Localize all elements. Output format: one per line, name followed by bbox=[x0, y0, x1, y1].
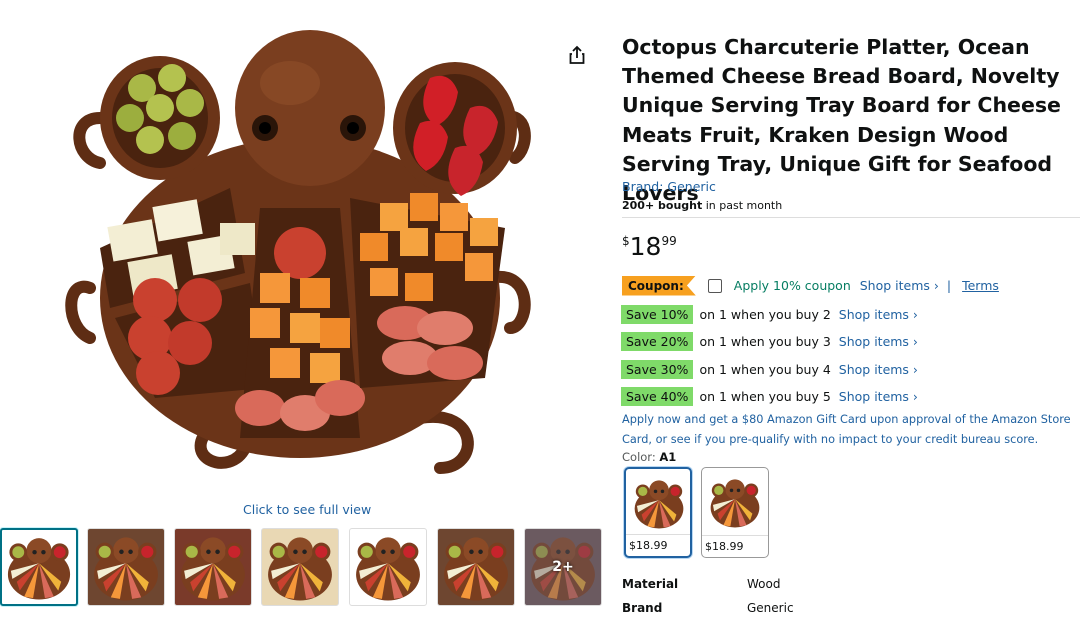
savings-shop-items-link[interactable]: Shop items › bbox=[839, 334, 918, 349]
savings-text: on 1 when you buy 2 bbox=[699, 306, 831, 322]
coupon-terms-link[interactable]: Terms bbox=[962, 278, 999, 293]
attribute-key: Material bbox=[622, 577, 679, 591]
savings-badge: Save 10% bbox=[621, 304, 694, 324]
coupon-tag: Coupon: bbox=[622, 275, 696, 296]
thumbnail-5[interactable] bbox=[349, 528, 427, 606]
savings-text: on 1 when you buy 4 bbox=[699, 361, 831, 377]
savings-badge: Save 30% bbox=[621, 359, 694, 379]
more-images-count: 2+ bbox=[552, 559, 574, 575]
savings-shop-items-link[interactable]: Shop items › bbox=[839, 307, 918, 322]
bought-count: 200+ bought in past month bbox=[622, 199, 782, 212]
savings-row-1: Save 10% on 1 when you buy 2 Shop items … bbox=[621, 304, 918, 324]
attribute-value: Generic bbox=[747, 601, 794, 615]
main-product-image[interactable] bbox=[60, 28, 540, 478]
bought-bold: 200+ bought bbox=[622, 199, 703, 212]
store-card-offer-link[interactable]: Apply now and get a $80 Amazon Gift Card… bbox=[622, 410, 1080, 449]
price-whole: 18 bbox=[629, 232, 662, 261]
coupon-separator: | bbox=[946, 278, 952, 293]
thumbnail-2[interactable] bbox=[87, 528, 165, 606]
thumbnail-1[interactable] bbox=[0, 528, 78, 606]
savings-row-2: Save 20% on 1 when you buy 3 Shop items … bbox=[621, 331, 918, 351]
attribute-brand: Brand Generic bbox=[622, 601, 794, 615]
thumbnail-3[interactable] bbox=[174, 528, 252, 606]
apply-coupon-label[interactable]: Apply 10% coupon bbox=[734, 278, 851, 293]
click-full-view-link[interactable]: Click to see full view bbox=[243, 502, 371, 517]
swatch-price: $18.99 bbox=[702, 535, 768, 557]
attribute-key: Brand bbox=[622, 601, 663, 615]
savings-text: on 1 when you buy 3 bbox=[699, 333, 831, 349]
brand-link[interactable]: Brand: Generic bbox=[622, 179, 716, 194]
savings-row-3: Save 30% on 1 when you buy 4 Shop items … bbox=[621, 359, 918, 379]
bought-rest: in past month bbox=[702, 199, 783, 212]
attribute-value: Wood bbox=[747, 577, 781, 591]
savings-text: on 1 when you buy 5 bbox=[699, 388, 831, 404]
thumbnail-6[interactable] bbox=[437, 528, 515, 606]
coupon-shop-items-link[interactable]: Shop items › bbox=[860, 278, 939, 293]
attribute-material: Material Wood bbox=[622, 577, 780, 591]
price: $1899 bbox=[622, 232, 677, 261]
savings-row-4: Save 40% on 1 when you buy 5 Shop items … bbox=[621, 386, 918, 406]
savings-badge: Save 40% bbox=[621, 386, 694, 406]
thumbnail-more[interactable]: 2+ bbox=[524, 528, 602, 606]
savings-shop-items-link[interactable]: Shop items › bbox=[839, 362, 918, 377]
color-swatch-a1[interactable]: $18.99 bbox=[624, 467, 692, 558]
color-swatch-2[interactable]: $18.99 bbox=[701, 467, 769, 558]
savings-shop-items-link[interactable]: Shop items › bbox=[839, 389, 918, 404]
coupon-checkbox[interactable] bbox=[707, 278, 722, 293]
savings-badge: Save 20% bbox=[621, 331, 694, 351]
color-label: Color: A1 bbox=[622, 450, 676, 464]
coupon-row: Coupon: Apply 10% coupon Shop items › | … bbox=[622, 275, 999, 296]
thumbnail-4[interactable] bbox=[261, 528, 339, 606]
price-fraction: 99 bbox=[661, 234, 677, 248]
color-label-text: Color: bbox=[622, 450, 656, 464]
swatch-price: $18.99 bbox=[626, 534, 690, 556]
price-symbol: $ bbox=[622, 234, 630, 248]
color-value: A1 bbox=[659, 450, 677, 464]
share-icon[interactable] bbox=[566, 44, 588, 66]
divider bbox=[622, 217, 1080, 218]
